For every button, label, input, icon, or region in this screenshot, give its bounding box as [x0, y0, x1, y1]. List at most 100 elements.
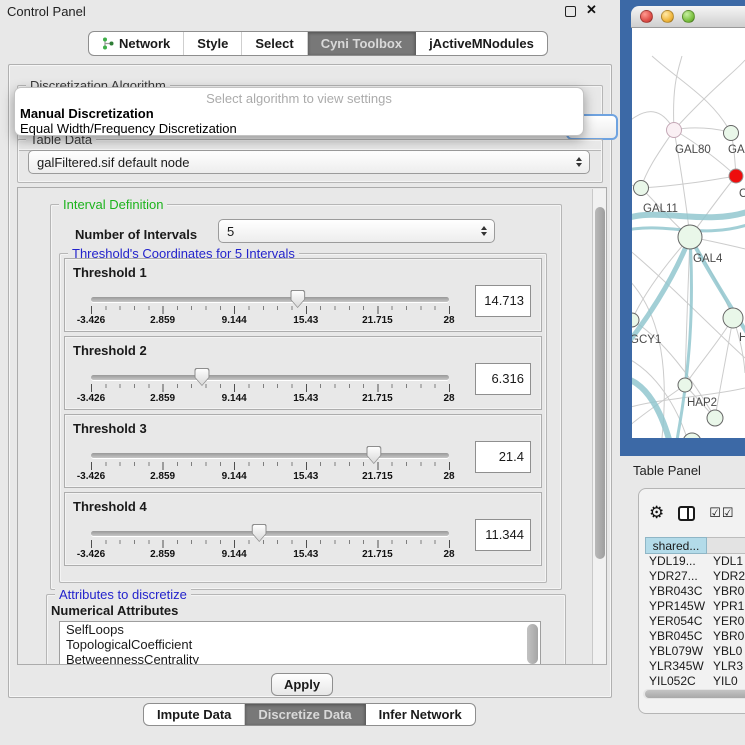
vertical-scrollbar[interactable] [592, 189, 607, 665]
tab-label: Discretize Data [258, 707, 351, 722]
threshold-value-field[interactable]: 14.713 [475, 285, 531, 317]
settings-scroll-pane: Interval Definition Number of Intervals … [17, 187, 607, 665]
tick-label: 9.144 [222, 393, 247, 404]
threshold-label: Threshold 1 [73, 265, 147, 280]
slider-scale-labels: -3.4262.8599.14415.4321.71528 [91, 393, 449, 405]
threshold-slider[interactable] [91, 375, 449, 380]
gear-icon[interactable]: ⚙ [649, 503, 664, 523]
number-of-intervals-label: Number of Intervals [75, 227, 197, 242]
column-header-shared-name[interactable]: shared... [645, 537, 707, 554]
threshold-value-field[interactable]: 6.316 [475, 363, 531, 395]
column-header-name[interactable]: na [707, 537, 745, 554]
tick-label: 2.859 [150, 315, 175, 326]
threshold-slider[interactable] [91, 453, 449, 458]
close-icon[interactable]: ✕ [586, 2, 597, 18]
threshold-label: Threshold 4 [73, 499, 147, 514]
network-node [724, 126, 739, 141]
threshold-slider[interactable] [91, 297, 449, 302]
threshold-value-field[interactable]: 11.344 [475, 519, 531, 551]
table-row[interactable]: YDR27... YDR2 [645, 569, 745, 584]
table-row[interactable]: YER054C YER0 [645, 614, 745, 629]
dropdown-option[interactable]: Equal Width/Frequency Discretization [15, 121, 583, 136]
horizontal-scrollbar[interactable] [643, 689, 745, 699]
zoom-traffic-light-icon[interactable] [682, 10, 695, 23]
scrollbar-thumb[interactable] [645, 690, 745, 698]
number-of-intervals-combobox[interactable]: 5 [218, 219, 495, 243]
spinner-arrows-icon [481, 226, 487, 236]
table-row[interactable]: YBR043C YBR0 [645, 584, 745, 599]
tab[interactable]: Select [242, 32, 307, 55]
threshold-row: Threshold 4 -3.4262.8599.14415.4321.7152… [64, 492, 542, 566]
slider-ticks [91, 462, 450, 470]
tick-label: 21.715 [362, 315, 393, 326]
float-window-icon[interactable] [565, 6, 576, 17]
table-row[interactable]: YDL19... YDL1 [645, 554, 745, 569]
network-node [678, 378, 692, 392]
thresholds-group: Threshold's Coordinates for 5 Intervals … [59, 253, 547, 583]
split-columns-icon[interactable] [678, 506, 695, 521]
table-row[interactable]: YIL052C YIL0 [645, 674, 745, 689]
tick-label: 9.144 [222, 315, 247, 326]
tab[interactable]: jActiveMNodules [416, 32, 547, 55]
slider-scale-labels: -3.4262.8599.14415.4321.71528 [91, 471, 449, 483]
tick-label: -3.426 [77, 549, 105, 560]
threshold-row: Threshold 1 -3.4262.8599.14415.4321.7152… [64, 258, 542, 332]
tick-label: -3.426 [77, 393, 105, 404]
network-node [634, 181, 649, 196]
threshold-slider[interactable] [91, 531, 449, 536]
network-canvas[interactable]: GAL80 GA C GAL11 GAL4 GCY1 H HAP2 [632, 28, 745, 438]
table-panel-title: Table Panel [620, 463, 701, 478]
attributes-list: SelfLoopsTopologicalCoefficientBetweenne… [59, 621, 541, 665]
tick-label: 28 [443, 393, 454, 404]
tick-label: 15.43 [293, 393, 318, 404]
tab[interactable]: Cyni Toolbox [308, 32, 416, 55]
tab[interactable]: Discretize Data [245, 704, 365, 725]
node-label: GCY1 [632, 334, 661, 346]
threshold-value-field[interactable]: 21.4 [475, 441, 531, 473]
table-row[interactable]: YPR145W YPR1 [645, 599, 745, 614]
slider-scale-labels: -3.4262.8599.14415.4321.71528 [91, 549, 449, 561]
tab[interactable]: Network [89, 32, 184, 55]
tick-label: 15.43 [293, 471, 318, 482]
table-row[interactable]: YLR345W YLR3 [645, 659, 745, 674]
network-graph: GAL80 GA C GAL11 GAL4 GCY1 H HAP2 [632, 28, 745, 438]
node-label: GAL80 [675, 144, 711, 156]
list-item[interactable]: SelfLoops [60, 622, 540, 637]
scrollbar-thumb[interactable] [595, 207, 605, 559]
list-item[interactable]: BetweennessCentrality [60, 652, 540, 665]
threshold-label: Threshold 2 [73, 343, 147, 358]
tick-label: -3.426 [77, 315, 105, 326]
node-label: H [739, 332, 745, 344]
numerical-attributes-label: Numerical Attributes [51, 603, 178, 618]
network-view-window: GAL80 GA C GAL11 GAL4 GCY1 H HAP2 [620, 0, 745, 456]
table-data-combobox[interactable]: galFiltered.sif default node [28, 150, 590, 174]
dropdown-option[interactable]: Manual Discretization [15, 106, 583, 121]
list-scrollbar[interactable] [527, 624, 538, 664]
node-label: GAL4 [693, 253, 723, 265]
network-node [632, 313, 639, 327]
list-item[interactable]: TopologicalCoefficient [60, 637, 540, 652]
apply-button[interactable]: Apply [271, 673, 333, 696]
tab[interactable]: Impute Data [144, 704, 245, 725]
cyni-toolbox-panel: Discretization Algorithm Select algorith… [8, 64, 612, 698]
network-icon [102, 37, 114, 50]
top-tab-bar: Network Style [88, 31, 548, 56]
tick-label: -3.426 [77, 471, 105, 482]
network-window-titlebar[interactable] [631, 6, 745, 28]
algorithm-dropdown-popup: Select algorithm to view settings Manual… [14, 87, 584, 136]
tick-label: 21.715 [362, 393, 393, 404]
table-row[interactable]: YBL079W YBL0 [645, 644, 745, 659]
table-data-group: Table Data galFiltered.sif default node [17, 139, 603, 183]
tick-label: 21.715 [362, 549, 393, 560]
tab[interactable]: Style [184, 32, 242, 55]
tab-label: jActiveMNodules [429, 36, 534, 51]
threshold-row: Threshold 3 -3.4262.8599.14415.4321.7152… [64, 414, 542, 488]
tick-label: 28 [443, 471, 454, 482]
network-node [667, 123, 682, 138]
checkbox-checked-icons[interactable]: ☑☑ [709, 505, 734, 521]
minimize-traffic-light-icon[interactable] [661, 10, 674, 23]
close-traffic-light-icon[interactable] [640, 10, 653, 23]
tab[interactable]: Infer Network [366, 704, 475, 725]
table-row[interactable]: YBR045C YBR0 [645, 629, 745, 644]
node-label: GA [728, 144, 745, 156]
